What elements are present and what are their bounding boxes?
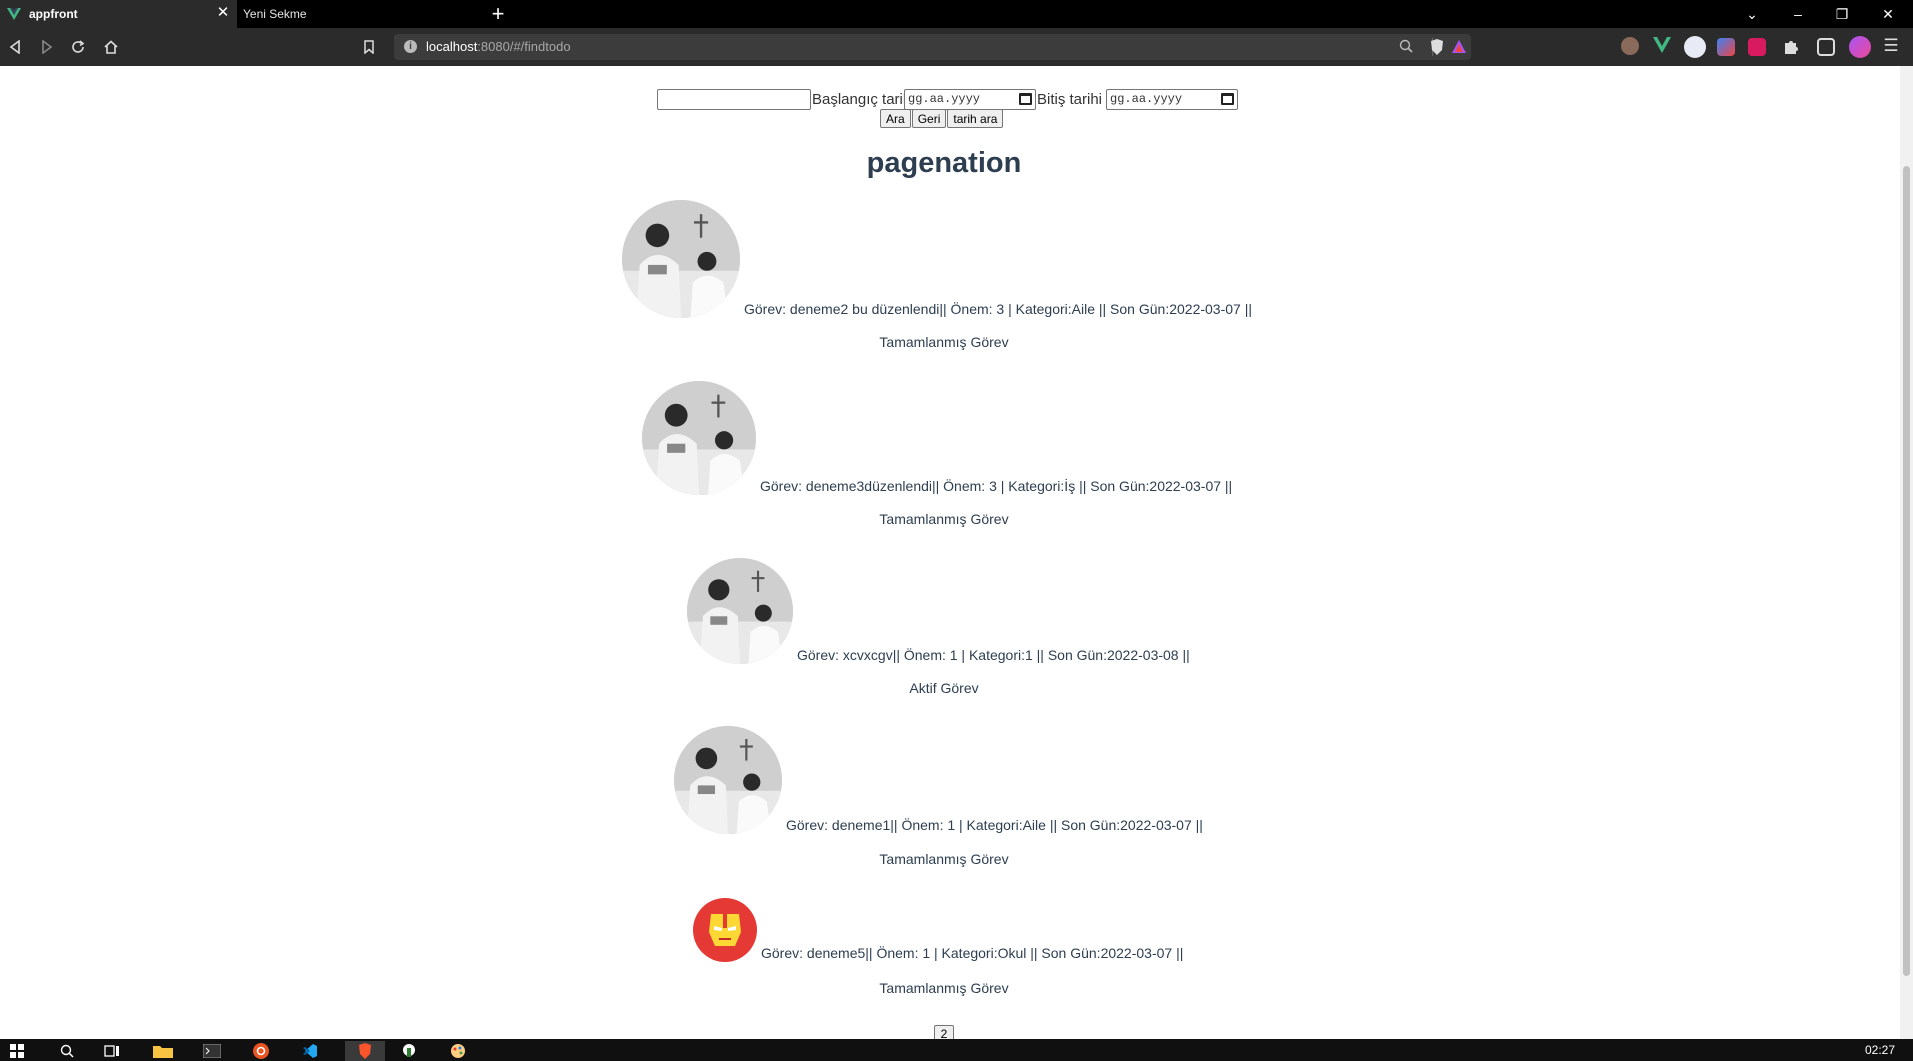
tab-title: appfront (29, 7, 78, 21)
date-placeholder: gg.aa.yyyy (908, 92, 981, 106)
todo-text: Görev: deneme1|| Önem: 1 | Kategori:Aile… (786, 817, 1203, 833)
back-button[interactable]: Geri (911, 109, 947, 128)
wallet-icon[interactable] (1817, 38, 1835, 56)
scrollbar-thumb[interactable] (1903, 166, 1910, 976)
terminal-icon[interactable] (201, 1041, 223, 1061)
brave-rewards-icon[interactable] (1451, 39, 1467, 59)
search-icon[interactable] (56, 1041, 78, 1061)
url-text: localhost:8080/#/findtodo (426, 39, 571, 54)
vue-devtools-icon[interactable] (1653, 37, 1671, 55)
search-button[interactable]: Ara (880, 109, 911, 128)
close-tab-icon[interactable]: ✕ (215, 5, 231, 21)
translate-icon[interactable] (1684, 36, 1706, 58)
todo-line: Görev: deneme3düzenlendi|| Önem: 3 | Kat… (642, 381, 1232, 495)
taskbar-clock[interactable]: 02:27 (1865, 1043, 1895, 1057)
todo-text: Görev: deneme5|| Önem: 1 | Kategori:Okul… (761, 945, 1184, 961)
info-icon[interactable]: i (404, 40, 417, 53)
url-host: localhost (426, 39, 478, 54)
zoom-icon[interactable] (1399, 39, 1413, 58)
tab-appfront[interactable]: appfront ✕ (0, 0, 237, 28)
todo-text: Görev: deneme2 bu düzenlendi|| Önem: 3 |… (744, 301, 1252, 317)
vscode-icon[interactable] (299, 1041, 321, 1061)
extension-flag-icon[interactable] (1717, 38, 1735, 56)
button-row: Ara Geri tarih ara (880, 109, 1004, 128)
calendar-icon[interactable] (1221, 93, 1235, 105)
vertical-scrollbar[interactable] (1900, 66, 1913, 1039)
task-view-icon[interactable] (101, 1041, 123, 1061)
windows-taskbar: 02:27 (0, 1039, 1913, 1061)
node-app-icon[interactable] (398, 1041, 420, 1061)
tab-title: Yeni Sekme (243, 7, 307, 21)
ubuntu-icon[interactable] (250, 1041, 272, 1061)
avatar-ironman-icon (693, 898, 757, 962)
close-window-icon[interactable]: ✕ (1866, 0, 1910, 28)
avatar-photo (674, 726, 782, 834)
profile-avatar-icon[interactable] (1849, 36, 1871, 58)
page-viewport: Başlangıç tarihi gg.aa.yyyy Bitiş tarihi… (0, 66, 1900, 1043)
vue-logo-icon (6, 6, 22, 22)
todo-text: Görev: deneme3düzenlendi|| Önem: 3 | Kat… (760, 478, 1233, 494)
menu-icon[interactable]: ☰ (1882, 37, 1900, 55)
home-icon[interactable] (100, 36, 122, 58)
minimize-window-icon[interactable]: – (1776, 0, 1820, 28)
todo-status: Tamamlanmış Görev (879, 851, 1009, 867)
end-date-label: Bitiş tarihi (1037, 90, 1103, 108)
todo-status: Tamamlanmış Görev (879, 334, 1009, 350)
extension-avatar-icon[interactable] (1621, 37, 1639, 55)
date-search-button[interactable]: tarih ara (947, 109, 1004, 128)
file-explorer-icon[interactable] (152, 1041, 174, 1061)
start-date-input[interactable]: gg.aa.yyyy (904, 88, 1036, 110)
extensions-puzzle-icon[interactable] (1782, 38, 1800, 56)
todo-status: Aktif Görev (909, 680, 979, 696)
forward-icon[interactable] (36, 36, 58, 58)
page-title: pagenation (866, 147, 1022, 179)
date-placeholder: gg.aa.yyyy (1110, 92, 1183, 106)
todo-status: Tamamlanmış Görev (879, 980, 1009, 996)
address-bar[interactable]: i localhost:8080/#/findtodo (394, 34, 1471, 60)
tab-yeni-sekme[interactable]: Yeni Sekme (237, 0, 472, 28)
restore-window-icon[interactable]: ❐ (1820, 0, 1864, 28)
url-path: :8080/#/findtodo (477, 39, 571, 54)
avatar-photo (687, 558, 793, 664)
avatar-photo (642, 381, 756, 495)
tab-list-chevron-icon[interactable]: ⌄ (1730, 0, 1774, 28)
avatar-photo (622, 200, 740, 318)
search-input[interactable] (657, 88, 811, 110)
todo-text: Görev: xcvxcgv|| Önem: 1 | Kategori:1 ||… (797, 647, 1190, 663)
todo-line: Görev: deneme2 bu düzenlendi|| Önem: 3 |… (622, 200, 1252, 318)
brave-browser-taskbar-icon[interactable] (345, 1041, 385, 1061)
back-icon[interactable] (4, 36, 26, 58)
calendar-icon[interactable] (1019, 93, 1032, 105)
bookmark-icon[interactable] (358, 36, 380, 58)
todo-status: Tamamlanmış Görev (879, 511, 1009, 527)
new-tab-icon[interactable]: + (486, 2, 510, 26)
reload-icon[interactable] (67, 36, 89, 58)
todo-line: Görev: deneme5|| Önem: 1 | Kategori:Okul… (693, 898, 1183, 962)
browser-toolbar: i localhost:8080/#/findtodo ☰ (0, 28, 1913, 66)
start-date-label: Başlangıç tarihi (812, 90, 904, 108)
end-date-input[interactable]: gg.aa.yyyy (1106, 88, 1239, 110)
browser-tab-bar: appfront ✕ Yeni Sekme + ⌄ – ❐ ✕ (0, 0, 1913, 28)
todo-line: Görev: deneme1|| Önem: 1 | Kategori:Aile… (674, 726, 1203, 834)
todo-line: Görev: xcvxcgv|| Önem: 1 | Kategori:1 ||… (687, 558, 1190, 664)
windows-start-icon[interactable] (6, 1041, 28, 1061)
search-row: Başlangıç tarihi gg.aa.yyyy Bitiş tarihi… (657, 88, 1239, 110)
paint-icon[interactable] (447, 1041, 469, 1061)
brave-shield-icon[interactable] (1429, 38, 1445, 61)
extension-grid-icon[interactable] (1748, 38, 1766, 56)
